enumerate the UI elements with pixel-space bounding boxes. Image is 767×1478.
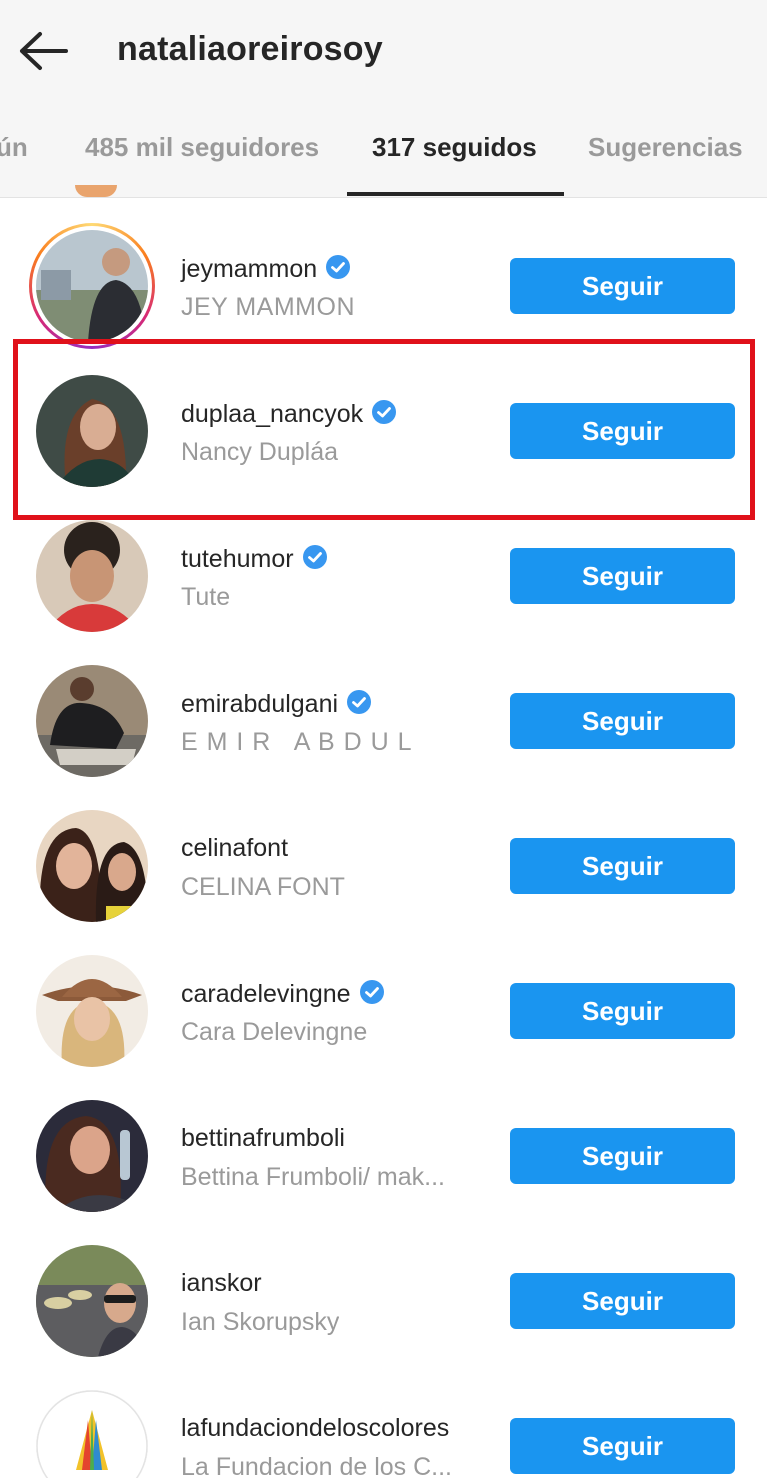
username[interactable]: bettinafrumboli (181, 1124, 345, 1153)
avatar-photo (36, 375, 148, 487)
username[interactable]: emirabdulgani (181, 689, 372, 719)
full-name: JEY MAMMON (181, 293, 355, 321)
username[interactable]: celinafont (181, 834, 288, 863)
verified-badge-icon (326, 255, 351, 279)
avatar[interactable] (29, 223, 155, 349)
avatar[interactable] (29, 948, 155, 1074)
back-button[interactable] (14, 26, 74, 76)
list-item[interactable]: tutehumor Tute Seguir (0, 496, 767, 641)
full-name: Nancy Dupláa (181, 438, 339, 466)
tab-mutual[interactable]: ún (0, 132, 28, 163)
follow-button[interactable]: Seguir (510, 693, 735, 749)
username[interactable]: jeymammon (181, 254, 351, 284)
avatar-photo (36, 1245, 148, 1357)
tab-following[interactable]: 317 seguidos (372, 132, 537, 163)
avatar-photo (36, 1100, 148, 1212)
username[interactable]: lafundaciondeloscolores (181, 1414, 449, 1443)
avatar-photo (36, 665, 148, 777)
verified-badge-icon (372, 400, 397, 424)
avatar-photo (36, 1390, 148, 1478)
list-item[interactable]: lafundaciondeloscolores La Fundacion de … (0, 1366, 767, 1478)
full-name: La Fundacion de los C... (181, 1453, 452, 1478)
list-item[interactable]: bettinafrumboli Bettina Frumboli/ mak...… (0, 1076, 767, 1221)
follow-button[interactable]: Seguir (510, 1418, 735, 1474)
avatar[interactable] (29, 1383, 155, 1478)
username[interactable]: duplaa_nancyok (181, 399, 397, 429)
avatar[interactable] (29, 1238, 155, 1364)
follow-button[interactable]: Seguir (510, 403, 735, 459)
list-item[interactable]: jeymammon JEY MAMMON Seguir (0, 206, 767, 351)
previous-avatar-edge (75, 185, 117, 197)
list-item[interactable]: ianskor Ian Skorupsky Seguir (0, 1221, 767, 1366)
avatar[interactable] (29, 1093, 155, 1219)
avatar-photo (36, 520, 148, 632)
tab-followers[interactable]: 485 mil seguidores (85, 132, 319, 163)
profile-username-title: nataliaoreirosoy (117, 30, 383, 68)
follow-button[interactable]: Seguir (510, 983, 735, 1039)
tab-bar: ún 485 mil seguidores 317 seguidos Suger… (0, 104, 767, 198)
following-list: jeymammon JEY MAMMON Seguir duplaa_nancy… (0, 198, 767, 1478)
follow-button[interactable]: Seguir (510, 838, 735, 894)
avatar[interactable] (29, 803, 155, 929)
list-item[interactable]: duplaa_nancyok Nancy Dupláa Seguir (0, 351, 767, 496)
avatar[interactable] (29, 368, 155, 494)
full-name: Tute (181, 583, 231, 611)
username[interactable]: tutehumor (181, 544, 328, 574)
active-tab-indicator (347, 192, 564, 196)
full-name: Ian Skorupsky (181, 1308, 340, 1336)
avatar[interactable] (29, 658, 155, 784)
follow-button[interactable]: Seguir (510, 258, 735, 314)
arrow-left-icon (20, 32, 68, 70)
list-item[interactable]: caradelevingne Cara Delevingne Seguir (0, 931, 767, 1076)
list-item[interactable]: emirabdulgani E M I R A B D U L Seguir (0, 641, 767, 786)
username[interactable]: caradelevingne (181, 979, 385, 1009)
full-name: CELINA FONT (181, 873, 345, 901)
full-name: E M I R A B D U L (181, 728, 413, 756)
verified-badge-icon (347, 690, 372, 714)
username[interactable]: ianskor (181, 1269, 262, 1298)
full-name: Cara Delevingne (181, 1018, 368, 1046)
follow-button[interactable]: Seguir (510, 1273, 735, 1329)
full-name: Bettina Frumboli/ mak... (181, 1163, 445, 1191)
tab-suggestions[interactable]: Sugerencias (588, 132, 743, 163)
list-item[interactable]: celinafont CELINA FONT Seguir (0, 786, 767, 931)
verified-badge-icon (302, 545, 327, 569)
verified-badge-icon (359, 980, 384, 1004)
avatar-photo (36, 810, 148, 922)
avatar-photo (36, 955, 148, 1067)
top-bar: nataliaoreirosoy (0, 0, 767, 104)
follow-button[interactable]: Seguir (510, 1128, 735, 1184)
avatar[interactable] (29, 513, 155, 639)
avatar-photo (36, 230, 148, 342)
follow-button[interactable]: Seguir (510, 548, 735, 604)
